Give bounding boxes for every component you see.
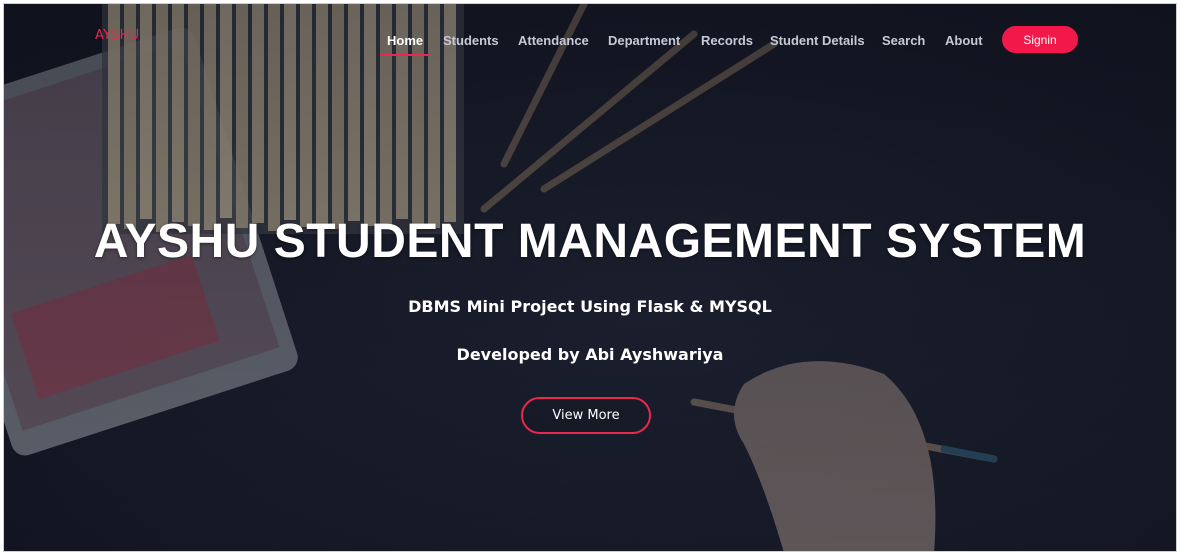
hero-subtitle: DBMS Mini Project Using Flask & MYSQL [408,297,772,316]
main-nav: Home Students Attendance Department Reco… [4,4,1176,84]
nav-item-search[interactable]: Search [882,33,925,48]
nav-item-records[interactable]: Records [701,33,753,48]
nav-item-about[interactable]: About [945,33,983,48]
nav-active-underline [380,54,430,56]
hero-developer-credit: Developed by Abi Ayshwariya [456,345,724,364]
nav-item-home[interactable]: Home [387,33,423,48]
nav-item-student-details[interactable]: Student Details [770,33,865,48]
view-more-button[interactable]: View More [521,397,651,434]
page-frame: AYSHU Home Students Attendance Departmen… [3,3,1177,552]
hero-title: AYSHU STUDENT MANAGEMENT SYSTEM [93,215,1087,268]
signin-button[interactable]: Signin [1002,26,1078,53]
nav-item-department[interactable]: Department [608,33,680,48]
nav-item-attendance[interactable]: Attendance [518,33,589,48]
hero-background-image [4,4,1176,551]
nav-item-students[interactable]: Students [443,33,499,48]
